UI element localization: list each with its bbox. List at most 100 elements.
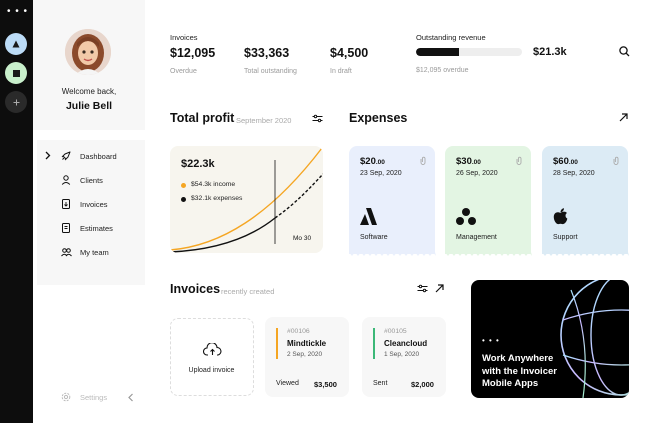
stat-total-outstanding-label: Total outstanding [244,68,297,75]
sidebar-item-label: Clients [80,176,103,185]
sidebar-item-my-team[interactable]: My team [37,242,145,262]
invoice-date: 1 Sep, 2020 [384,351,420,358]
stat-in-draft-label: In draft [330,68,352,75]
collapse-sidebar-chevron-icon[interactable] [128,393,134,402]
outstanding-revenue-label: Outstanding revenue [416,33,486,42]
sidebar-item-label: Estimates [80,224,113,233]
month-marker-label: Mo 30 [293,235,312,242]
total-profit-period: September 2020 [236,116,292,125]
expense-category: Software [360,234,388,241]
settings-label: Settings [80,393,108,402]
management-logo-icon [456,208,476,225]
upload-invoice-card[interactable]: Upload invoice [170,318,254,396]
gear-icon [61,392,71,402]
invoice-card-cleancloud[interactable]: #00105 Cleancloud 1 Sep, 2020 Sent $2,00… [362,317,446,397]
rail-menu-dots[interactable]: • • • [7,7,28,17]
workspace-green-button[interactable] [5,62,27,84]
profit-total: $22.3k [181,158,215,170]
sidebar: Welcome back, Julie Bell Dashboard Clien… [33,0,145,423]
income-legend-dot [181,183,186,188]
sidebar-item-clients[interactable]: Clients [37,170,145,190]
invoice-accent-bar [276,328,278,359]
expense-card-support[interactable]: $60.00 28 Sep, 2020 Support [542,146,628,254]
promo-dots: • • • [482,336,500,345]
expenses-legend-label: $32.1k expenses [191,195,243,202]
paperclip-icon [420,156,426,165]
workspace-blue-button[interactable] [5,33,27,55]
sidebar-item-label: Dashboard [80,152,117,161]
upload-invoice-label: Upload invoice [188,367,235,374]
promo-line-3: Mobile Apps [482,378,539,389]
filter-sliders-icon[interactable] [312,114,323,123]
expense-amount: $30.00 [456,156,481,167]
add-workspace-button[interactable] [5,91,27,113]
expense-date: 26 Sep, 2020 [456,170,498,177]
invoice-number: #00106 [287,328,310,335]
search-icon[interactable] [619,46,630,57]
invoices-expand-arrow-icon[interactable] [435,284,444,293]
invoice-client: Mindtickle [287,339,327,348]
expense-category: Support [553,234,578,241]
promo-line-2: with the Invoicer [482,365,557,377]
stat-total-outstanding-value: $33,363 [244,46,290,60]
income-legend-label: $54.3k income [191,181,236,188]
invoice-client: Cleancloud [384,339,428,348]
profile-panel: Welcome back, Julie Bell [33,0,145,130]
expense-cards-zigzag-edge [349,252,629,256]
invoice-status: Sent [373,380,388,387]
sidebar-item-label: Invoices [80,200,108,209]
total-profit-title: Total profit [170,111,235,125]
avatar[interactable] [65,29,111,75]
outstanding-progress-track [416,48,522,56]
cloud-upload-icon [203,343,222,356]
expense-card-management[interactable]: $30.00 26 Sep, 2020 Management [445,146,531,254]
plus-icon [13,99,19,105]
invoice-doc-icon [62,199,70,209]
user-name: Julie Bell [65,100,113,112]
person-icon [61,175,71,185]
stat-overdue-value: $12,095 [170,46,216,60]
chevron-right-icon [45,151,51,160]
estimate-doc-icon [62,223,70,233]
rocket-icon [61,151,71,161]
expense-amount: $20.00 [360,156,385,167]
invoice-card-mindtickle[interactable]: #00106 Mindtickle 2 Sep, 2020 Viewed $3,… [265,317,349,397]
sidebar-item-label: My team [80,248,109,257]
summary-invoices-label: Invoices [170,33,198,42]
sidebar-item-invoices[interactable]: Invoices [37,194,145,214]
promo-text: Work Anywhere with the Invoicer Mobile A… [482,353,557,391]
invoice-amount: $3,500 [314,380,337,389]
sidebar-item-estimates[interactable]: Estimates [37,218,145,238]
mobile-apps-promo-card[interactable]: • • • Work Anywhere with the Invoicer Mo… [471,280,629,398]
invoices-subtitle: recently created [221,287,275,296]
invoice-date: 2 Sep, 2020 [287,351,323,358]
main-content: Invoices $12,095 Overdue $33,363 Total o… [145,0,654,423]
sidebar-item-settings[interactable]: Settings [59,392,139,404]
outstanding-overdue-sub: $12,095 overdue [416,67,469,74]
sidebar-nav: Dashboard Clients Invoices Estimates My … [37,140,145,285]
invoices-title: Invoices [170,282,221,296]
promo-line-1: Work Anywhere [482,353,554,364]
outstanding-progress-fill [416,48,460,56]
expense-category: Management [456,234,497,241]
stat-overdue-label: Overdue [170,68,197,75]
outstanding-revenue-value: $21.3k [533,46,567,58]
expense-card-software[interactable]: $20.00 23 Sep, 2020 Software [349,146,435,254]
expense-date: 23 Sep, 2020 [360,170,402,177]
sidebar-item-dashboard[interactable]: Dashboard [37,146,145,166]
paperclip-icon [516,156,522,165]
invoice-status: Viewed [276,380,299,387]
square-icon [12,69,20,77]
expand-arrow-icon[interactable] [619,113,628,122]
invoice-number: #00105 [384,328,407,335]
stat-in-draft-value: $4,500 [330,46,369,60]
software-logo-icon [360,208,377,225]
invoices-filter-icon[interactable] [417,284,428,293]
expense-amount: $60.00 [553,156,578,167]
expense-date: 28 Sep, 2020 [553,170,595,177]
workspace-rail: • • • [0,0,33,423]
profit-chart-card: $22.3k $54.3k income $32.1k expenses Mo … [170,146,323,253]
invoice-amount: $2,000 [411,380,434,389]
triangle-icon [12,40,20,48]
invoice-accent-bar [373,328,375,359]
